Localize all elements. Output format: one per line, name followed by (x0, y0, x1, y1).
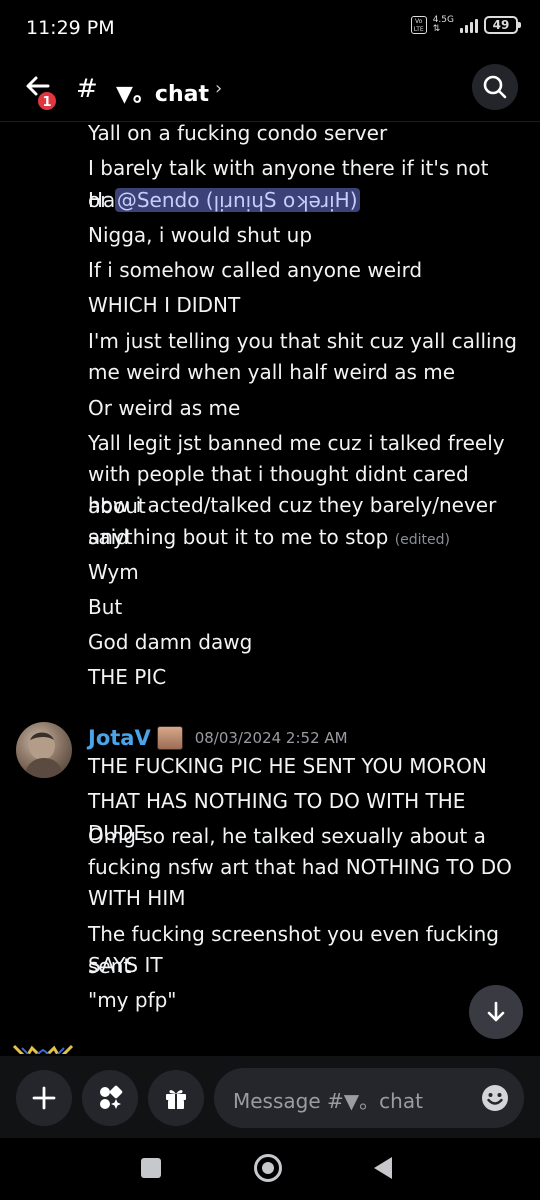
message-line: But (88, 595, 123, 619)
message-line: WHICH I DIDNT (88, 293, 241, 317)
author-name[interactable]: JotaV (88, 726, 151, 750)
network-type: 4.5G ⇅ (433, 16, 454, 34)
next-avatar-partial (10, 1044, 76, 1054)
message-line: WITH HIM (88, 886, 186, 910)
message-line: anything bout it to me to stop (edited) (88, 522, 528, 557)
message-line: THE FUCKING PIC HE SENT YOU MORON (88, 754, 487, 778)
gift-button[interactable] (148, 1070, 204, 1126)
message-timestamp: 08/03/2024 2:52 AM (194, 729, 348, 747)
message-line: "my pfp" (88, 988, 177, 1012)
message-line: SAYS IT (88, 953, 163, 977)
add-attachment-button[interactable] (16, 1070, 72, 1126)
message-line: Or weird as me (88, 396, 241, 420)
avatar-image (12, 1044, 74, 1054)
message-line: THE PIC (88, 665, 167, 689)
system-nav-bar (0, 1138, 540, 1200)
battery-icon: 49 (484, 16, 521, 34)
message-input-placeholder: Message #▼。chat (233, 1089, 423, 1113)
user-mention[interactable]: @Sendo (ꞁᴉɹnᴉɥS oʞǝɹᴉH) (114, 188, 360, 212)
volte-icon: Vo LTE (410, 16, 427, 34)
search-icon (483, 75, 507, 99)
plus-icon (32, 1086, 56, 1110)
avatar[interactable] (16, 722, 72, 778)
system-back-button[interactable] (374, 1157, 392, 1179)
message-text: or (88, 188, 109, 212)
message-text: anything bout it to me to stop (88, 525, 389, 549)
message-line: Yall legit jst banned me cuz i talked fr… (88, 431, 505, 455)
message-line: I'm just telling you that shit cuz yall … (88, 329, 517, 353)
message-input[interactable]: Message #▼。chat (214, 1068, 524, 1128)
apps-icon (100, 1085, 123, 1109)
jump-to-present-button[interactable] (469, 985, 523, 1039)
channel-name[interactable]: ▼。chat (116, 76, 209, 108)
chevron-right-icon[interactable]: › (215, 78, 222, 99)
message-line: Nigga, i would shut up (88, 223, 313, 247)
emoji-icon[interactable] (480, 1083, 510, 1113)
discord-chat-screen: 11:29 PM Vo LTE 4.5G ⇅ 49 1 # ▼。chat › Y… (0, 0, 540, 1200)
recents-button[interactable] (141, 1158, 161, 1178)
home-button[interactable] (254, 1154, 282, 1182)
message-line: If i somehow called anyone weird (88, 258, 423, 282)
edited-label: (edited) (394, 532, 451, 548)
message-line: or @Sendo (ꞁᴉɹnᴉɥS oʞǝɹᴉH) (88, 185, 528, 217)
message-line: me weird when yall half weird as me (88, 360, 456, 384)
message-line: fucking nsfw art that had NOTHING TO DO (88, 855, 512, 879)
status-bar: 11:29 PM Vo LTE 4.5G ⇅ 49 (0, 0, 540, 56)
avatar-image (24, 732, 64, 778)
channel-hash-icon: # (76, 74, 98, 104)
role-badge-icon (156, 726, 183, 750)
message-line: God damn dawg (88, 630, 253, 654)
status-icons: Vo LTE 4.5G ⇅ 49 (410, 16, 521, 34)
status-time: 11:29 PM (26, 17, 115, 39)
search-button[interactable] (472, 64, 518, 110)
message-list[interactable]: Yall on a fucking condo server I barely … (0, 114, 540, 1054)
signal-icon (460, 17, 478, 33)
data-arrows-icon: ⇅ (432, 24, 441, 34)
message-header: JotaV 08/03/2024 2:52 AM (88, 722, 348, 754)
arrow-down-icon (487, 1001, 505, 1022)
message-line: Omg so real, he talked sexually about a (88, 824, 486, 848)
message-line: Wym (88, 560, 139, 584)
apps-button[interactable] (82, 1070, 138, 1126)
gift-icon (166, 1090, 186, 1109)
mention-badge: 1 (36, 90, 58, 112)
channel-header: 1 # ▼。chat › (0, 56, 540, 122)
message-composer: Message #▼。chat (0, 1056, 540, 1138)
message-line: Yall on a fucking condo server (88, 121, 388, 145)
